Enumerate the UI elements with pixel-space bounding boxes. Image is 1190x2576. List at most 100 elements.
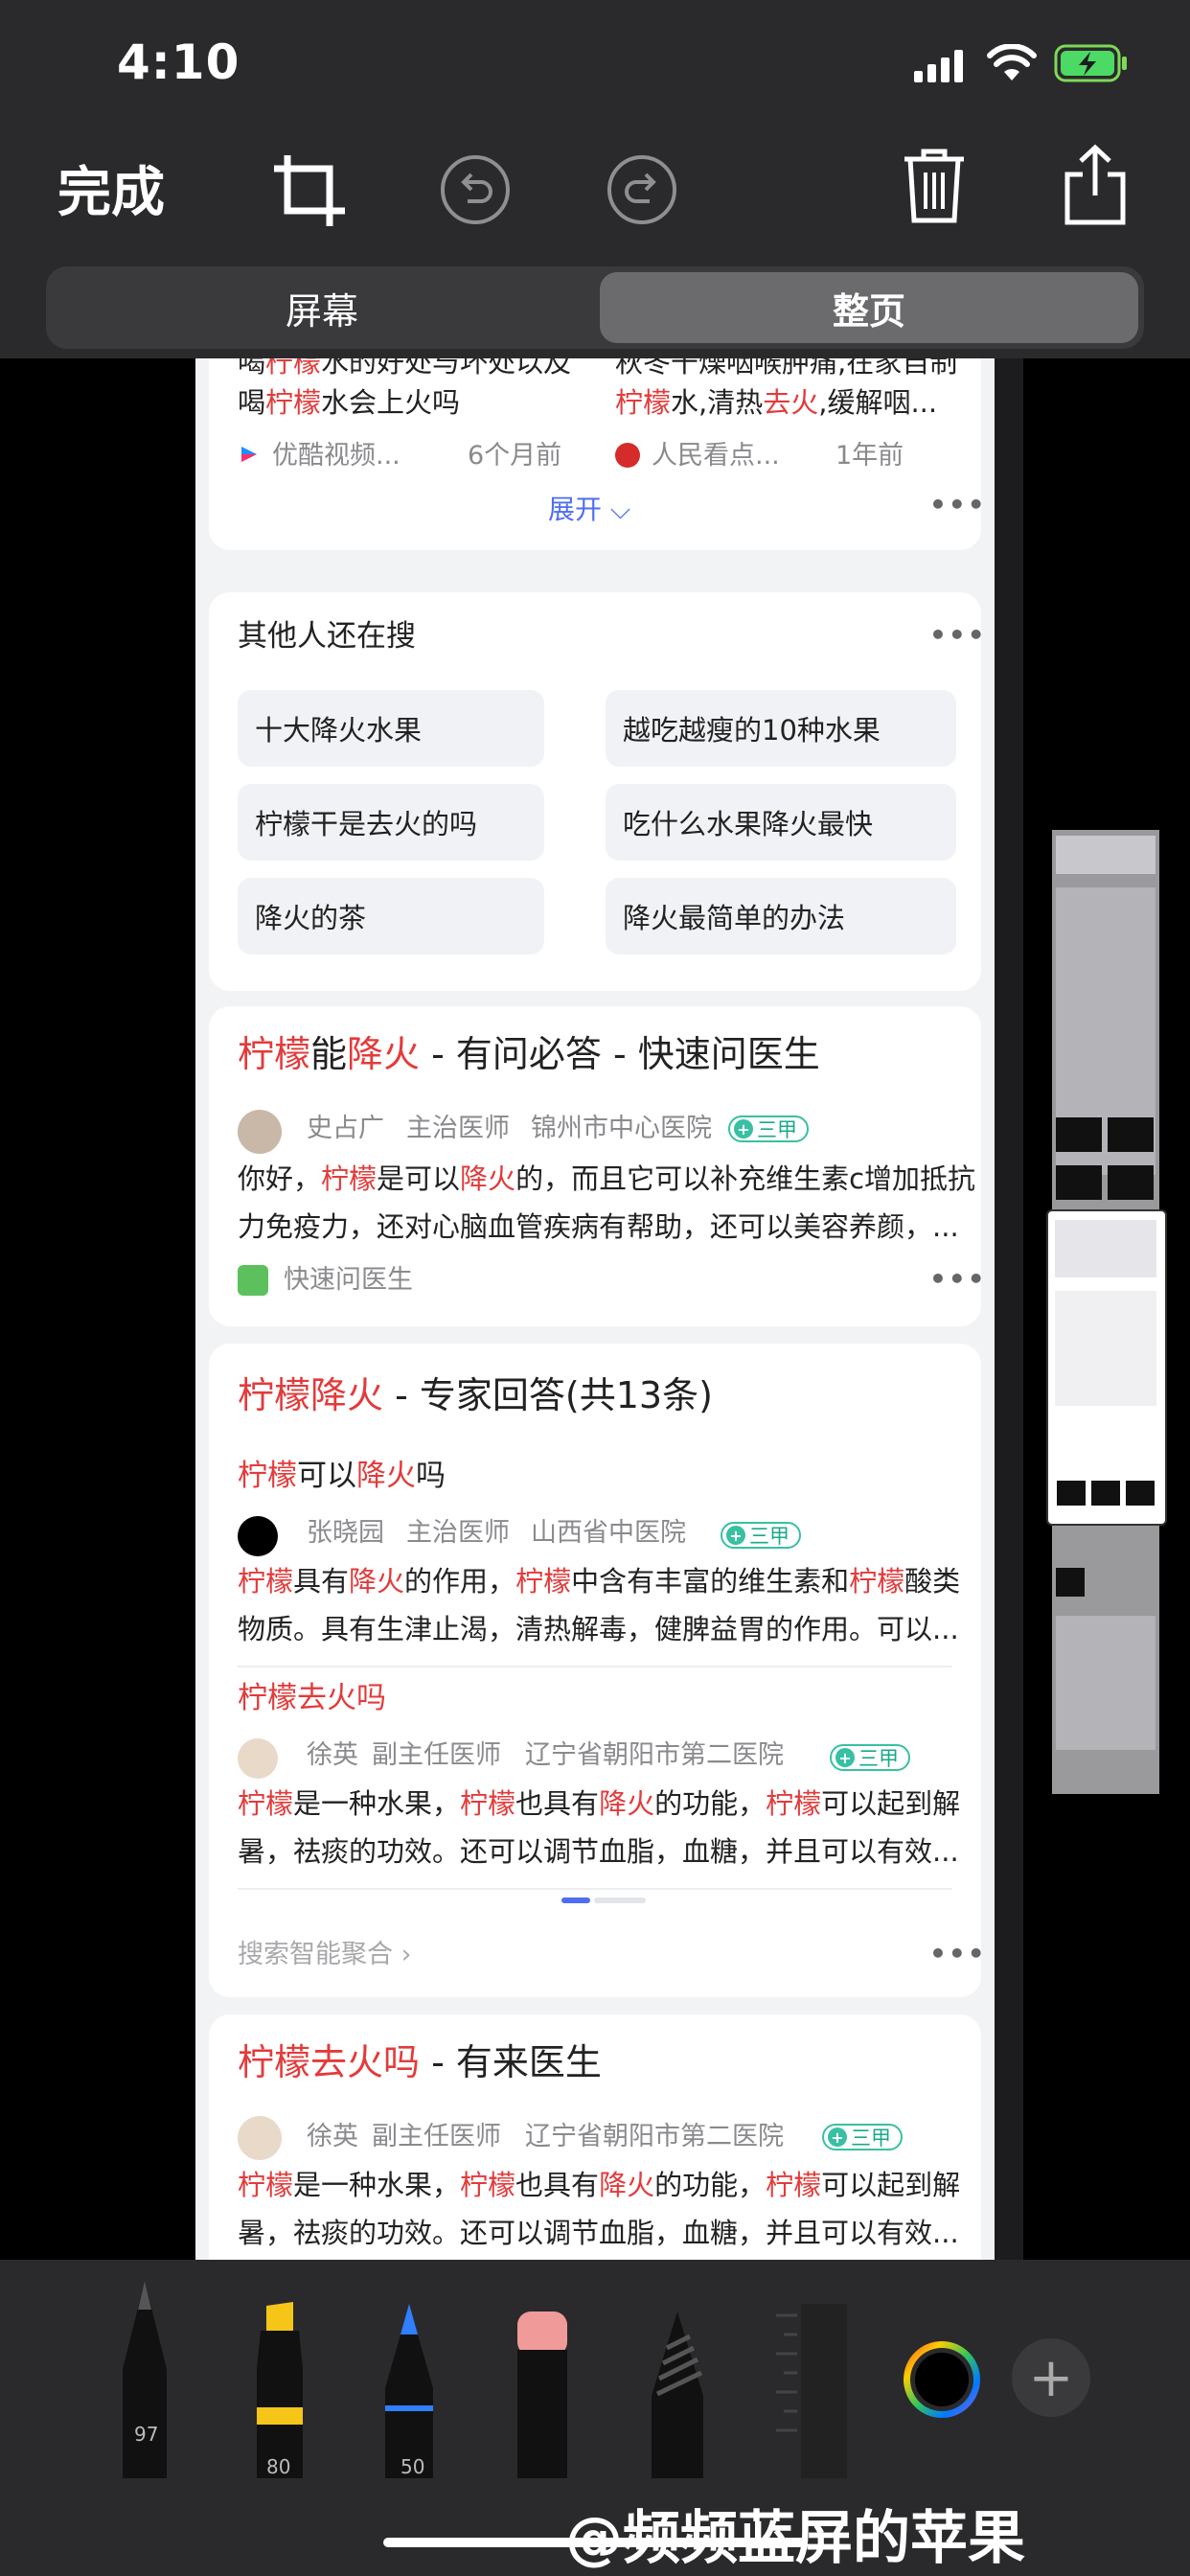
cellular-signal-icon [914,50,963,82]
related-search-chip[interactable]: 降火的茶 [238,878,544,954]
answer-snippet-line2: 暑，祛痰的功效。还可以调节血脂，血糖，并且可以有效... [238,1835,959,1868]
video-time-right: 1年前 [835,441,904,471]
redo-icon[interactable] [606,153,678,226]
more-options-icon[interactable]: ••• [929,489,981,520]
video-source-right: 人民看点... [652,441,780,471]
hospital-name: 辽宁省朝阳市第二医院 [525,1740,784,1770]
doctor-avatar [238,1738,278,1779]
hospital-name: 锦州市中心医院 [531,1114,712,1143]
result-snippet-line1: 柠檬是一种水果，柠檬也具有降火的功能，柠檬可以起到解 [238,2169,961,2201]
video-time-left: 6个月前 [468,441,562,471]
thumbnail-content [1055,1220,1156,1277]
thumbnail-header [1056,836,1156,874]
thumbnail-video-block [1056,1568,1085,1597]
thumbnail-video-block [1056,1117,1102,1152]
related-search-chip[interactable]: 降火最简单的办法 [606,878,956,954]
more-options-icon[interactable]: ••• [929,1938,981,1969]
related-search-chip[interactable]: 吃什么水果降火最快 [606,784,956,861]
canvas-gutter [995,358,1023,2260]
video-title-left-line1[interactable]: 喝柠檬水的好处与坏处以及 [238,358,571,381]
crop-icon[interactable] [270,151,349,230]
search-result-card: 柠檬去火吗 - 有来医生 徐英 副主任医师 辽宁省朝阳市第二医院 + 三甲 柠檬是… [209,2014,981,2260]
result-title[interactable]: 柠檬去火吗 - 有来医生 [238,2039,602,2086]
plus-icon: + [835,1748,855,1767]
doctor-avatar [238,1110,282,1154]
thumbnail-content [1055,1291,1156,1406]
ruler-tool-icon[interactable] [772,2302,849,2478]
youku-logo-icon [241,447,257,462]
hospital-name: 辽宁省朝阳市第二医院 [525,2122,784,2151]
doctor-role: 副主任医师 [372,1740,501,1770]
segment-screen[interactable]: 屏幕 [52,272,592,343]
status-time: 4:10 [117,34,240,90]
video-results-card: 喝柠檬水的好处与坏处以及 喝柠檬水会上火吗 优酷视频... 6个月前 秋冬干燥咽… [209,358,981,550]
video-title-right-line1[interactable]: 秋冬干燥咽喉肿痛,在家自制 [615,358,957,381]
result-snippet-line2: 力免疫力，还对心脑血管疾病有帮助，还可以美容养颜，... [238,1210,959,1243]
pen-tool-icon[interactable] [117,2277,172,2478]
people-daily-logo-icon [615,443,640,468]
add-tool-button[interactable]: + [1012,2338,1090,2417]
thumbnail-video-block [1108,1165,1154,1200]
marker-tool-icon[interactable] [251,2302,307,2478]
carousel-indicator [594,1898,646,1903]
doctor-name: 徐英 [307,2122,358,2151]
expand-link[interactable]: 展开 ⌵ [548,493,630,527]
more-options-icon[interactable]: ••• [929,619,981,651]
question-title[interactable]: 柠檬去火吗 [238,1679,386,1717]
related-search-chip[interactable]: 十大降火水果 [238,690,544,767]
doctor-role: 副主任医师 [372,2122,501,2151]
question-title[interactable]: 柠檬可以降火吗 [238,1457,446,1495]
doctor-avatar [238,1516,278,1556]
chevron-down-icon: ⌵ [609,494,631,525]
hospital-grade-badge: + 三甲 [822,2124,903,2150]
screenshot-mode-segmented-control: 屏幕 整页 [46,266,1144,349]
smart-aggregation-link[interactable]: 搜索智能聚合 › [238,1938,411,1971]
answer-snippet-line1: 柠檬具有降火的作用，柠檬中含有丰富的维生素和柠檬酸类 [238,1565,961,1598]
hospital-grade-badge: + 三甲 [728,1116,809,1142]
carousel-indicator-active [561,1898,590,1903]
thumbnail-video-block [1091,1481,1120,1506]
lasso-tool-icon[interactable] [648,2310,707,2478]
thumbnail-video-block [1126,1481,1155,1506]
doctor-name: 史占广 [307,1114,384,1143]
answer-snippet-line2: 物质。具有生津止渴，清热解毒，健脾益胃的作用。可以... [238,1613,959,1645]
video-source-left: 优酷视频... [272,441,400,471]
thumbnail-viewport-indicator[interactable] [1048,1211,1165,1524]
thumbnail-video-block [1108,1117,1154,1152]
pen-width-label: 97 [134,2423,159,2446]
home-indicator[interactable] [383,2538,807,2547]
color-picker-icon[interactable] [901,2338,983,2421]
eraser-tool-icon[interactable] [514,2310,571,2478]
watermark-text: @频频蓝屏的苹果 [565,2492,1025,2575]
video-title-right-line2[interactable]: 柠檬水,清热去火,缓解咽... [615,385,937,422]
trash-icon[interactable] [901,146,968,224]
video-title-left-line2[interactable]: 喝柠檬水会上火吗 [238,385,460,422]
done-button[interactable]: 完成 [57,150,165,227]
plus-icon: + [726,1526,745,1545]
share-icon[interactable] [1062,144,1129,226]
result-source: 快速问医生 [284,1265,413,1295]
segment-full-page[interactable]: 整页 [600,272,1138,343]
related-search-chip[interactable]: 柠檬干是去火的吗 [238,784,544,861]
related-search-chip[interactable]: 越吃越瘦的10种水果 [606,690,956,767]
page-preview[interactable]: 喝柠檬水的好处与坏处以及 喝柠檬水会上火吗 优酷视频... 6个月前 秋冬干燥咽… [195,358,995,2260]
hospital-grade-badge: + 三甲 [830,1744,910,1771]
result-title[interactable]: 柠檬降火 - 专家回答(共13条) [238,1372,713,1419]
kuaisu-logo-icon [238,1265,268,1296]
undo-icon[interactable] [439,153,512,226]
pencil-tool-icon[interactable] [381,2302,437,2478]
doctor-role: 主治医师 [406,1518,510,1548]
plus-icon: + [828,2128,847,2147]
result-title[interactable]: 柠檬能降火 - 有问必答 - 快速问医生 [238,1031,820,1078]
marker-width-label: 80 [266,2455,291,2478]
divider [238,1888,952,1890]
thumbnail-video-block [1057,1481,1086,1506]
hospital-name: 山西省中医院 [531,1518,686,1548]
more-options-icon[interactable]: ••• [929,1263,981,1295]
doctor-name: 徐英 [307,1740,358,1770]
search-result-card: 柠檬能降火 - 有问必答 - 快速问医生 史占广 主治医师 锦州市中心医院 + 三… [209,1006,981,1326]
result-snippet-line1: 你好，柠檬是可以降火的，而且它可以补充维生素c增加抵抗 [238,1162,976,1195]
related-searches-title: 其他人还在搜 [238,619,416,654]
thumbnail-video-block [1056,1165,1102,1200]
plus-icon: + [1028,2346,1074,2409]
